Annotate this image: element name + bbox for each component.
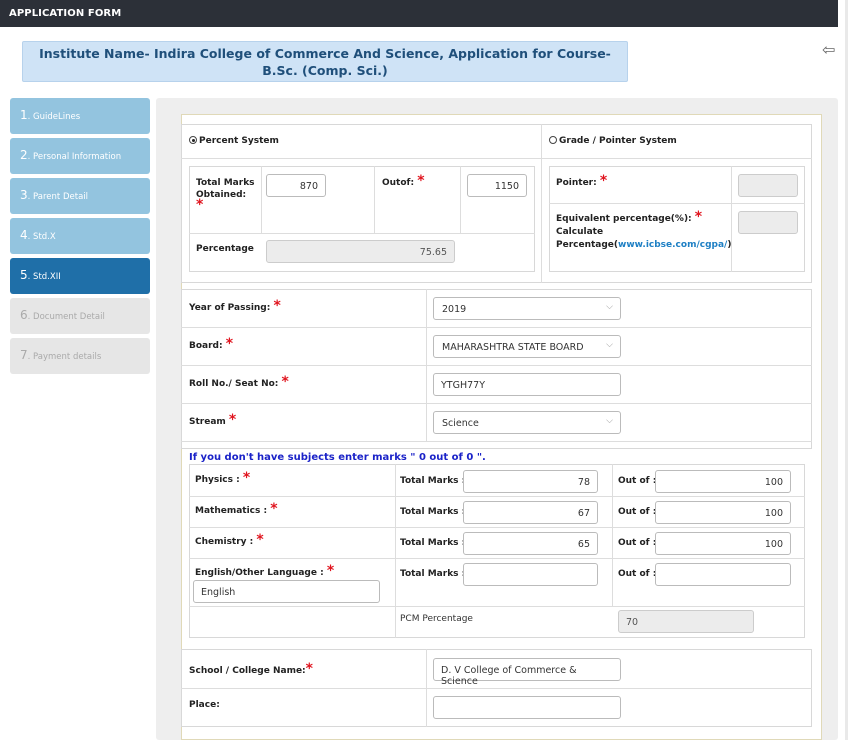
cgpa-link[interactable]: www.icbse.com/cgpa/ (618, 240, 727, 250)
chevron-down-icon: ⌵ (606, 302, 613, 312)
pcm-percentage-label: PCM Percentage (400, 614, 473, 624)
radio-selected-icon (189, 136, 197, 144)
total-marks-label: Total Marks : (400, 507, 466, 517)
year-select[interactable]: 2019 ⌵ (433, 297, 621, 320)
step-parent-detail[interactable]: 3. Parent Detail (10, 178, 150, 214)
subject-physics-label: Physics : * (195, 470, 251, 486)
total-marks-input[interactable]: 870 (266, 174, 326, 197)
mathematics-outof-input[interactable]: 100 (655, 501, 791, 524)
physics-outof-input[interactable]: 100 (655, 470, 791, 493)
institute-banner: Institute Name- Indira College of Commer… (22, 41, 628, 82)
board-label: Board: * (189, 336, 234, 352)
percentage-label: Percentage (196, 244, 254, 254)
outof-label: Outof: * (382, 173, 425, 189)
step-std-x[interactable]: 4. Std.X (10, 218, 150, 254)
subject-english-label: English/Other Language : * (195, 563, 335, 579)
english-outof-input[interactable] (655, 563, 791, 586)
subject-mathematics-label: Mathematics : * (195, 501, 278, 517)
board-select[interactable]: MAHARASHTRA STATE BOARD ⌵ (433, 335, 621, 358)
radio-empty-icon (549, 136, 557, 144)
total-marks-label: Total Marks : (400, 476, 466, 486)
percentage-output: 75.65 (266, 240, 455, 263)
chemistry-total-input[interactable]: 65 (463, 532, 598, 555)
step-guidelines[interactable]: 1. GuideLines (10, 98, 150, 134)
year-label: Year of Passing: * (189, 298, 281, 314)
step-std-xii[interactable]: 5. Std.XII (10, 258, 150, 294)
step-payment-details[interactable]: 7. Payment details (10, 338, 150, 374)
roll-input[interactable]: YTGH77Y (433, 373, 621, 396)
pointer-input[interactable] (738, 174, 798, 197)
stream-label: Stream * (189, 412, 237, 428)
english-total-input[interactable] (463, 563, 598, 586)
app-header: APPLICATION FORM (0, 0, 838, 27)
equivalent-percentage-label: Equivalent percentage(%): * Calculate Per… (556, 209, 732, 250)
subject-chemistry-label: Chemistry : * (195, 532, 264, 548)
total-marks-label: Total Marks : (400, 538, 466, 548)
chevron-down-icon: ⌵ (606, 416, 613, 426)
percent-system-radio[interactable]: Percent System (189, 136, 279, 146)
out-of-label: Out of : (618, 507, 657, 517)
out-of-label: Out of : (618, 476, 657, 486)
chemistry-outof-input[interactable]: 100 (655, 532, 791, 555)
total-marks-label: Total Marks Obtained: * (196, 178, 255, 213)
school-name-label: School / College Name:* (189, 661, 313, 677)
equivalent-percentage-input[interactable] (738, 211, 798, 234)
back-arrow-icon[interactable]: ⇦ (822, 40, 835, 59)
place-input[interactable] (433, 696, 621, 719)
stream-select[interactable]: Science ⌵ (433, 411, 621, 434)
step-personal-information[interactable]: 2. Personal Information (10, 138, 150, 174)
out-of-label: Out of : (618, 538, 657, 548)
grade-system-radio[interactable]: Grade / Pointer System (549, 136, 677, 146)
mathematics-total-input[interactable]: 67 (463, 501, 598, 524)
place-label: Place: (189, 700, 220, 710)
step-document-detail[interactable]: 6. Document Detail (10, 298, 150, 334)
physics-total-input[interactable]: 78 (463, 470, 598, 493)
pcm-percentage-output: 70 (618, 610, 754, 633)
roll-label: Roll No./ Seat No: * (189, 374, 289, 390)
outof-input[interactable]: 1150 (467, 174, 527, 197)
language-input[interactable]: English (193, 580, 380, 603)
school-name-input[interactable]: D. V College of Commerce & Science (433, 658, 621, 687)
steps-sidebar: 1. GuideLines 2. Personal Information 3.… (10, 98, 150, 378)
subjects-note: If you don't have subjects enter marks "… (189, 452, 486, 463)
out-of-label: Out of : (618, 569, 657, 579)
chevron-down-icon: ⌵ (606, 340, 613, 350)
total-marks-label: Total Marks : (400, 569, 466, 579)
pointer-label: Pointer: * (556, 173, 608, 189)
